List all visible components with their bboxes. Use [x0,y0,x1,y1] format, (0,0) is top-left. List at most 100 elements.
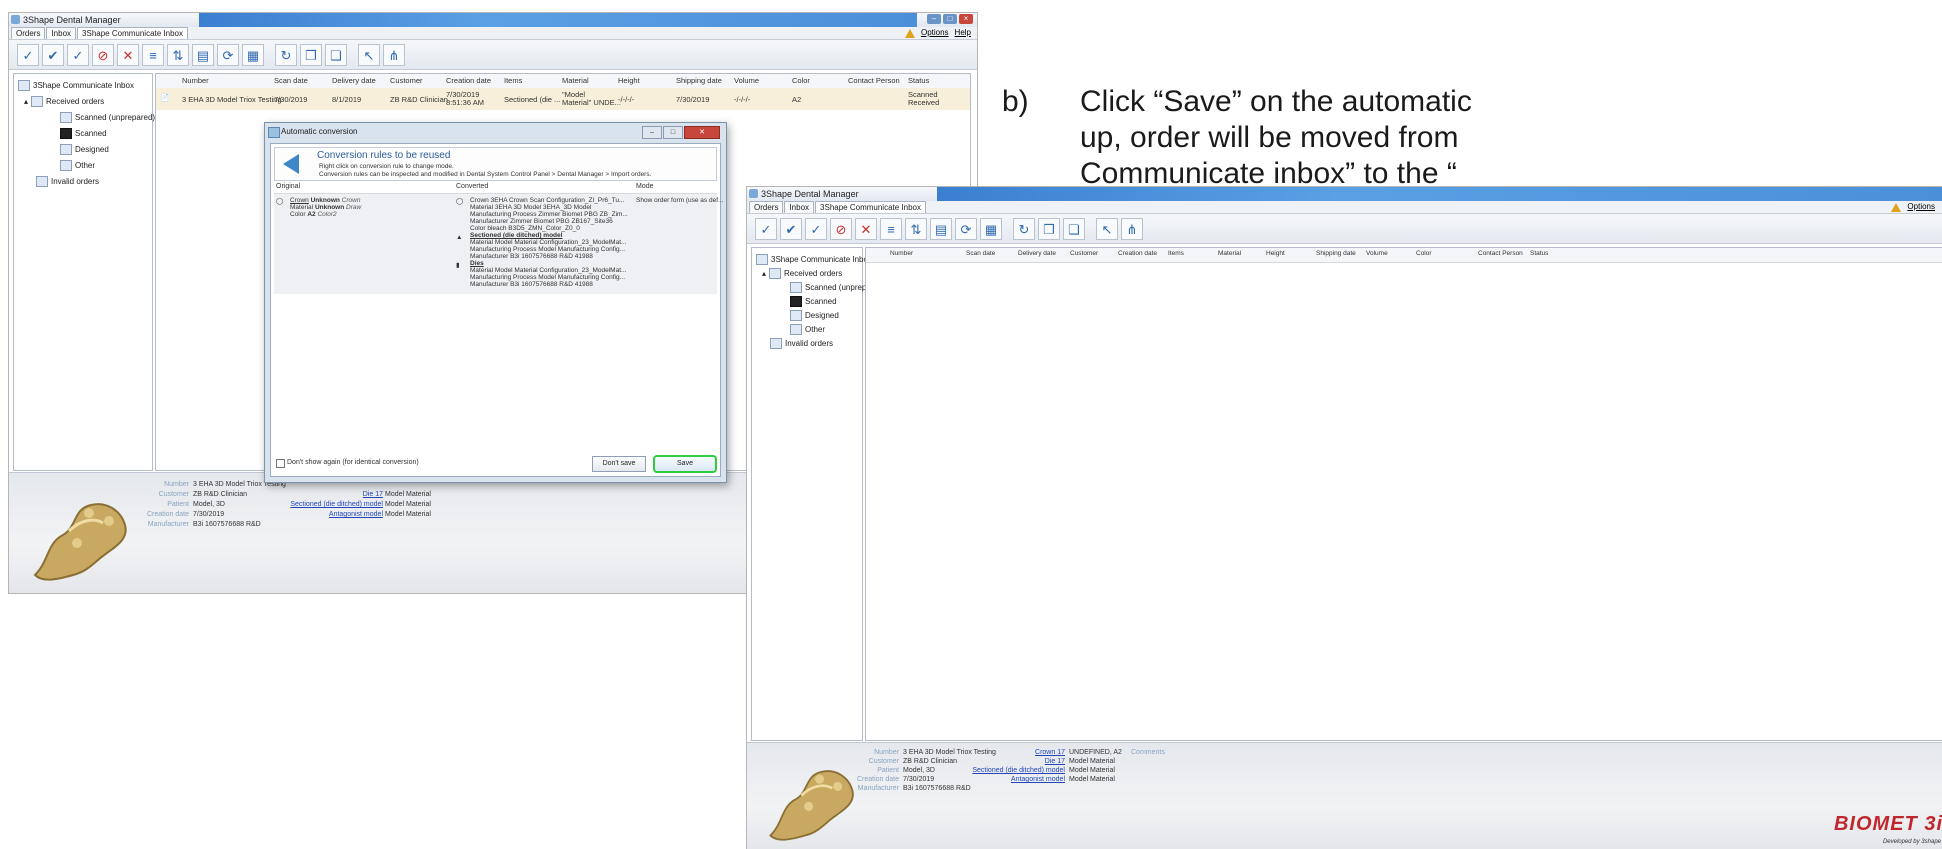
warning-icon[interactable] [1891,202,1902,212]
col-delivery-date[interactable]: Delivery date [1018,250,1056,257]
tree-scanned[interactable]: Scanned [790,296,837,307]
check-icon[interactable]: ✓ [17,43,39,66]
delete-icon[interactable]: ✕ [855,217,877,240]
maximize-button[interactable]: □ [943,14,957,24]
tree-other[interactable]: Other [790,324,825,335]
tree-other[interactable]: Other [60,160,95,171]
chart-icon[interactable]: ▦ [980,217,1002,240]
conversion-rule-row[interactable]: ◯ Crown Unknown Crown Material Unknown D… [274,194,723,294]
col-color[interactable]: Color [1416,250,1432,257]
col-contact-person[interactable]: Contact Person [848,76,900,85]
close-button[interactable]: × [959,14,973,24]
tab-inbox[interactable]: Inbox [784,201,815,213]
document-icon[interactable]: ≡ [142,43,164,66]
dialog-close-button[interactable]: ✕ [684,126,720,139]
document-icon[interactable]: ≡ [880,217,902,240]
col-status[interactable]: Status [1530,250,1548,257]
tab-orders[interactable]: Orders [749,201,784,213]
check-all-icon[interactable]: ✓ [805,217,827,240]
col-scan-date[interactable]: Scan date [966,250,995,257]
tree-icon[interactable]: ⋔ [383,43,405,66]
options-link[interactable]: Options [921,27,949,39]
rotate-icon[interactable]: ↻ [1013,217,1035,240]
tree-root[interactable]: 3Shape Communicate Inbox [756,254,872,265]
rotate-icon[interactable]: ↻ [275,43,297,66]
paste-icon[interactable]: ❏ [1063,217,1085,240]
check-icon[interactable]: ✓ [755,217,777,240]
dont-save-button[interactable]: Don't save [592,456,646,472]
col-color[interactable]: Color [792,76,810,85]
col-items[interactable]: Items [504,76,522,85]
mode-value[interactable]: Show order form (use as def... [636,197,723,204]
delete-icon[interactable]: ✕ [117,43,139,66]
check-down-icon[interactable]: ✔ [780,217,802,240]
tree-designed[interactable]: Designed [60,144,109,155]
crown-link[interactable]: Crown 17 [1035,749,1065,756]
tree-scanned[interactable]: Scanned [60,128,107,139]
cursor-icon[interactable]: ↖ [358,43,380,66]
die-link[interactable]: Die 17 [1045,758,1065,765]
table-row[interactable]: 📄 3 EHA 3D Model Triox Testing 7/30/2019… [156,88,970,110]
paste-icon[interactable]: ❏ [325,43,347,66]
tree-received-orders[interactable]: ▴ Received orders [24,96,104,107]
options-link[interactable]: Options [1907,201,1935,213]
sort-icon[interactable]: ⇅ [167,43,189,66]
tab-orders[interactable]: Orders [11,27,46,39]
warning-icon[interactable] [904,28,915,38]
col-number[interactable]: Number [890,250,913,257]
copy-icon[interactable]: ❐ [1038,217,1060,240]
col-customer[interactable]: Customer [1070,250,1098,257]
refresh-icon[interactable]: ⟳ [955,217,977,240]
col-height[interactable]: Height [618,76,640,85]
col-items[interactable]: Items [1168,250,1184,257]
expand-icon[interactable]: ▴ [24,97,28,106]
minimize-button[interactable]: – [927,14,941,24]
col-creation-date[interactable]: Creation date [446,76,491,85]
save-button[interactable]: Save [653,455,717,473]
block-icon[interactable]: ⊘ [830,217,852,240]
col-volume[interactable]: Volume [1366,250,1388,257]
refresh-icon[interactable]: ⟳ [217,43,239,66]
tab-communicate-inbox[interactable]: 3Shape Communicate Inbox [815,201,926,213]
tab-communicate-inbox[interactable]: 3Shape Communicate Inbox [77,27,188,39]
tree-root[interactable]: 3Shape Communicate Inbox [18,80,134,91]
tree-scanned-unprepared[interactable]: Scanned (unprepared) [60,112,155,123]
sectioned-model-link[interactable]: Sectioned (die ditched) model [972,767,1065,774]
col-contact-person[interactable]: Contact Person [1478,250,1523,257]
col-height[interactable]: Height [1266,250,1285,257]
antagonist-link[interactable]: Antagonist model [329,511,383,518]
tab-inbox[interactable]: Inbox [46,27,77,39]
expand-icon[interactable]: ▴ [762,269,766,278]
col-scan-date[interactable]: Scan date [274,76,308,85]
tree-invalid-orders[interactable]: Invalid orders [770,338,833,349]
col-shipping-date[interactable]: Shipping date [1316,250,1356,257]
check-down-icon[interactable]: ✔ [42,43,64,66]
tree-designed[interactable]: Designed [790,310,839,321]
copy-icon[interactable]: ❐ [300,43,322,66]
col-number[interactable]: Number [182,76,209,85]
col-status[interactable]: Status [908,76,929,85]
dont-show-again-checkbox[interactable] [276,459,285,468]
col-material[interactable]: Material [1218,250,1241,257]
col-volume[interactable]: Volume [734,76,759,85]
die-link[interactable]: Die 17 [363,491,383,498]
col-delivery-date[interactable]: Delivery date [332,76,376,85]
antagonist-link[interactable]: Antagonist model [1011,776,1065,783]
save-icon[interactable]: ▤ [192,43,214,66]
sectioned-model-link[interactable]: Sectioned (die ditched) model [290,501,383,508]
col-creation-date[interactable]: Creation date [1118,250,1157,257]
help-link[interactable]: Help [955,27,971,39]
col-material[interactable]: Material [562,76,589,85]
save-icon[interactable]: ▤ [930,217,952,240]
dialog-maximize-button[interactable]: □ [663,126,683,139]
check-all-icon[interactable]: ✓ [67,43,89,66]
tree-invalid-orders[interactable]: Invalid orders [36,176,99,187]
tree-icon[interactable]: ⋔ [1121,217,1143,240]
sort-icon[interactable]: ⇅ [905,217,927,240]
cursor-icon[interactable]: ↖ [1096,217,1118,240]
dialog-minimize-button[interactable]: – [642,126,662,139]
tree-received-orders[interactable]: ▴ Received orders [762,268,842,279]
col-customer[interactable]: Customer [390,76,423,85]
block-icon[interactable]: ⊘ [92,43,114,66]
col-shipping-date[interactable]: Shipping date [676,76,722,85]
